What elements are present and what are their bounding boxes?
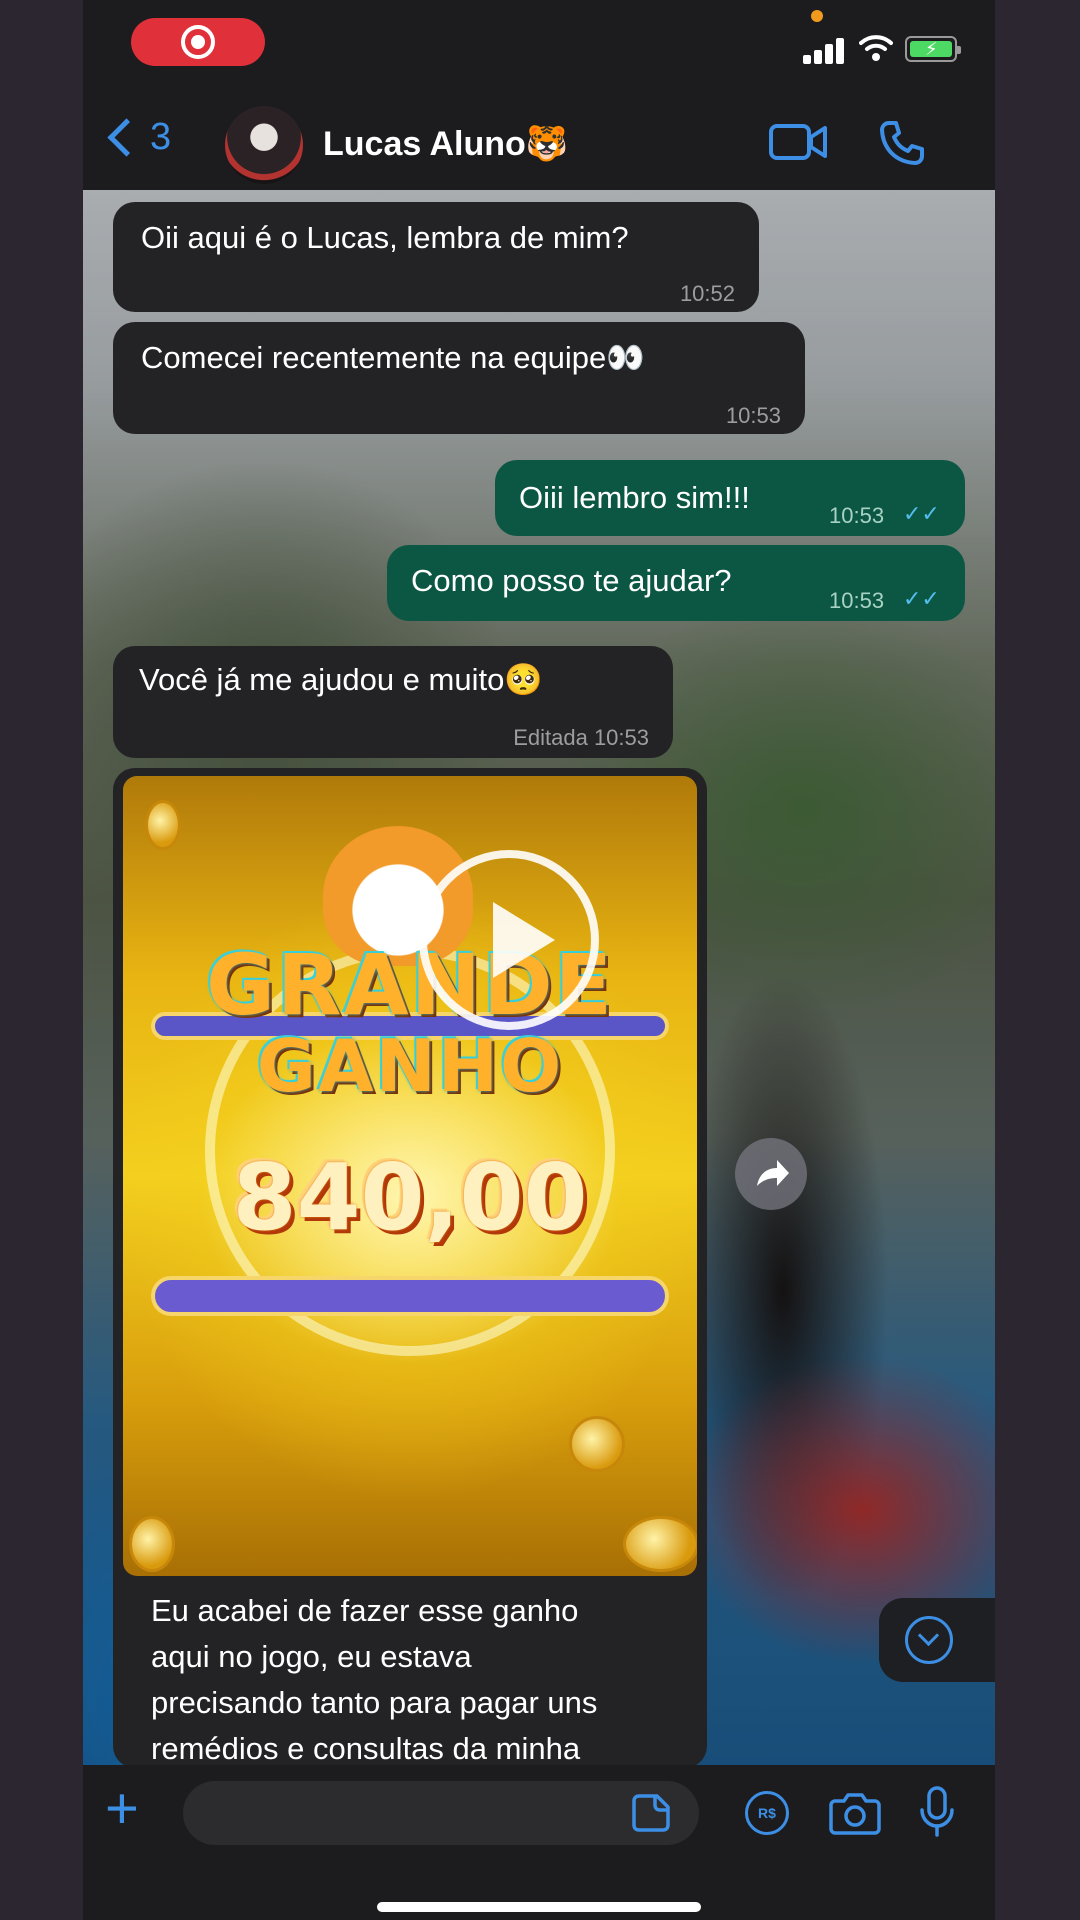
read-ticks-icon: ✓✓ bbox=[903, 501, 940, 526]
mic-in-use-indicator bbox=[811, 10, 823, 22]
message-text: Como posso te ajudar? bbox=[411, 563, 732, 598]
message-bubble[interactable]: Oiii lembro sim!!! 10:53 ✓✓ bbox=[495, 460, 965, 536]
message-bubble[interactable]: Você já me ajudou e muito🥺 Editada 10:53 bbox=[113, 646, 673, 758]
message-time: 10:53 bbox=[829, 588, 885, 613]
coin-icon bbox=[145, 800, 181, 850]
payment-icon[interactable]: R$ bbox=[745, 1791, 789, 1835]
home-indicator[interactable] bbox=[377, 1902, 701, 1912]
play-icon[interactable] bbox=[419, 850, 599, 1030]
video-call-icon[interactable] bbox=[769, 124, 827, 160]
message-bubble[interactable]: Oii aqui é o Lucas, lembra de mim? 10:52 bbox=[113, 202, 759, 312]
video-message-bubble[interactable]: GRANDE GANHO 840,00 Eu acabei de fazer e… bbox=[113, 768, 707, 1768]
camera-icon[interactable] bbox=[829, 1791, 881, 1835]
message-text: Oii aqui é o Lucas, lembra de mim? bbox=[141, 220, 629, 255]
caption-line: Eu acabei de fazer esse ganho bbox=[151, 1593, 579, 1628]
message-time: 10:53 bbox=[829, 503, 885, 528]
message-text: Oiii lembro sim!!! bbox=[519, 480, 750, 515]
chat-header: 3 Lucas Aluno🐯 bbox=[83, 90, 995, 192]
sticker-icon[interactable] bbox=[631, 1793, 671, 1833]
message-time: 10:53 bbox=[725, 403, 781, 428]
forward-arrow-icon bbox=[757, 1160, 789, 1186]
contact-name[interactable]: Lucas Aluno🐯 bbox=[323, 124, 568, 164]
message-time: Editada 10:53 bbox=[513, 725, 649, 750]
game-title: GANHO bbox=[256, 1024, 564, 1108]
coin-icon bbox=[129, 1516, 175, 1572]
message-input[interactable] bbox=[183, 1781, 699, 1845]
wifi-icon bbox=[859, 35, 893, 61]
chat-screen: ⚡ 3 Lucas Aluno🐯 Oii aqui é o Lucas, lem… bbox=[83, 0, 995, 1920]
banner-ribbon bbox=[151, 1276, 669, 1316]
message-bubble[interactable]: Como posso te ajudar? 10:53 ✓✓ bbox=[387, 545, 965, 621]
message-composer: + R$ bbox=[83, 1765, 995, 1920]
back-button[interactable]: 3 bbox=[103, 116, 171, 159]
message-caption: Eu acabei de fazer esse ganho aqui no jo… bbox=[151, 1588, 691, 1772]
coin-icon bbox=[623, 1516, 697, 1572]
avatar[interactable] bbox=[225, 106, 303, 184]
coin-icon bbox=[569, 1416, 625, 1472]
message-bubble[interactable]: Comecei recentemente na equipe👀 10:53 bbox=[113, 322, 805, 434]
message-text: Você já me ajudou e muito🥺 bbox=[139, 662, 543, 697]
read-ticks-icon: ✓✓ bbox=[903, 586, 940, 611]
message-time: 10:52 bbox=[679, 281, 735, 306]
battery-charging-icon: ⚡ bbox=[905, 36, 961, 62]
chevron-down-icon bbox=[905, 1616, 953, 1664]
plus-icon[interactable]: + bbox=[105, 1777, 139, 1841]
caption-line: aqui no jogo, eu estava bbox=[151, 1639, 472, 1674]
phone-call-icon[interactable] bbox=[879, 120, 925, 166]
back-chevron-icon bbox=[107, 118, 146, 157]
unread-count: 3 bbox=[150, 116, 172, 158]
scroll-to-bottom-button[interactable] bbox=[879, 1598, 995, 1682]
caption-line: precisando tanto para pagar uns bbox=[151, 1685, 598, 1720]
win-amount: 840,00 bbox=[232, 1144, 588, 1251]
video-thumbnail[interactable]: GRANDE GANHO 840,00 bbox=[123, 776, 697, 1576]
microphone-icon[interactable] bbox=[919, 1785, 955, 1839]
message-text: Comecei recentemente na equipe👀 bbox=[141, 340, 645, 375]
game-title: GRANDE bbox=[205, 936, 615, 1034]
signal-icon bbox=[803, 36, 847, 64]
status-bar: ⚡ bbox=[83, 0, 995, 90]
screen-record-icon[interactable] bbox=[131, 18, 265, 66]
forward-button[interactable] bbox=[735, 1138, 807, 1210]
